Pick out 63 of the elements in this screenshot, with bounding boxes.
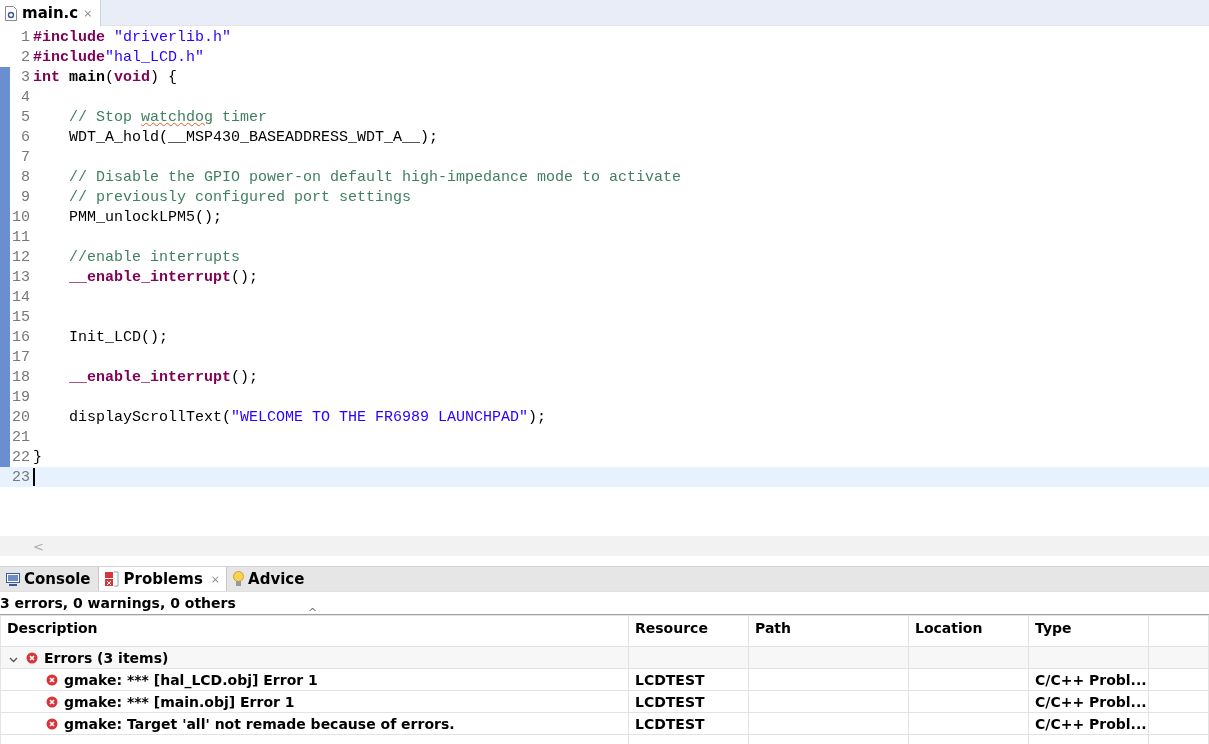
panel-tab[interactable]: Console bbox=[0, 567, 98, 591]
line-number: 19 bbox=[11, 388, 30, 406]
line-number: 13 bbox=[11, 268, 30, 286]
code-line: __enable_interrupt(); bbox=[68, 367, 259, 387]
code-line: // previously configured port settings bbox=[68, 187, 412, 207]
group-label[interactable]: Errors (3 items) bbox=[44, 649, 169, 666]
line-number: 16 bbox=[11, 328, 30, 346]
c-file-icon bbox=[5, 5, 17, 21]
line-number: 23 bbox=[11, 468, 30, 486]
line-number: 9 bbox=[20, 188, 30, 206]
column-header[interactable]: Path bbox=[755, 620, 791, 636]
error-icon bbox=[46, 673, 58, 686]
line-number: 12 bbox=[11, 248, 30, 266]
code-line: #include "driverlib.h" bbox=[33, 27, 232, 47]
editor-tab[interactable]: main.c ⨯ bbox=[0, 0, 102, 26]
line-number: 15 bbox=[11, 308, 30, 326]
line-number: 7 bbox=[20, 148, 30, 166]
sort-indicator: ^ bbox=[308, 606, 318, 619]
line-number: 22 bbox=[11, 448, 30, 466]
code-line: int main(void) { bbox=[33, 67, 178, 87]
code-line: #include"hal_LCD.h" bbox=[33, 47, 205, 67]
type-cell: C/C++ Probl... bbox=[1035, 715, 1147, 732]
type-cell: C/C++ Probl... bbox=[1035, 693, 1147, 710]
panel-tab[interactable]: Advice bbox=[227, 567, 312, 591]
code-line: WDT_A_hold(__MSP430_BASEADDRESS_WDT_A__); bbox=[68, 127, 439, 147]
console-icon bbox=[6, 572, 20, 586]
close-icon[interactable]: ⨯ bbox=[83, 6, 93, 20]
code-line: PMM_unlockLPM5(); bbox=[68, 207, 223, 227]
line-number: 1 bbox=[20, 28, 30, 46]
line-number: 14 bbox=[11, 288, 30, 306]
column-header[interactable]: Type bbox=[1035, 620, 1072, 636]
line-number: 20 bbox=[11, 408, 30, 426]
error-icon bbox=[46, 717, 58, 730]
column-header[interactable]: Description bbox=[7, 620, 98, 636]
line-number: 18 bbox=[11, 368, 30, 386]
resource-cell: LCDTEST bbox=[635, 671, 705, 688]
lightbulb-icon bbox=[233, 571, 245, 587]
error-icon bbox=[26, 651, 38, 664]
problems-summary: 3 errors, 0 warnings, 0 others bbox=[0, 595, 236, 611]
chevron-down-icon[interactable] bbox=[9, 656, 18, 663]
line-number: 4 bbox=[20, 88, 30, 106]
line-number: 10 bbox=[11, 208, 30, 226]
code-line: // Disable the GPIO power-on default high-impedance mode to activate bbox=[68, 167, 682, 187]
error-icon bbox=[46, 695, 58, 708]
line-number: 2 bbox=[20, 48, 30, 66]
code-line: //enable interrupts bbox=[68, 247, 241, 267]
line-number: 11 bbox=[11, 228, 30, 246]
panel-tab[interactable]: Problems ⨯ bbox=[97, 567, 228, 591]
code-line: } bbox=[33, 447, 42, 467]
resource-cell: LCDTEST bbox=[635, 693, 705, 710]
line-number: 17 bbox=[11, 348, 30, 366]
code-line: displayScrollText("WELCOME TO THE FR6989 LAUNCHPAD"); bbox=[68, 407, 547, 427]
line-number: 21 bbox=[11, 428, 30, 446]
line-number: 5 bbox=[20, 108, 30, 126]
line-number: 3 bbox=[20, 68, 30, 86]
code-line: // Stop watchdog timer bbox=[68, 107, 268, 127]
code-line: __enable_interrupt(); bbox=[68, 267, 259, 287]
code-line: Init_LCD(); bbox=[68, 327, 169, 347]
line-number: 6 bbox=[20, 128, 30, 146]
type-cell: C/C++ Probl... bbox=[1035, 671, 1147, 688]
resource-cell: LCDTEST bbox=[635, 715, 705, 732]
problems-icon bbox=[103, 571, 120, 587]
line-number: 8 bbox=[20, 168, 30, 186]
